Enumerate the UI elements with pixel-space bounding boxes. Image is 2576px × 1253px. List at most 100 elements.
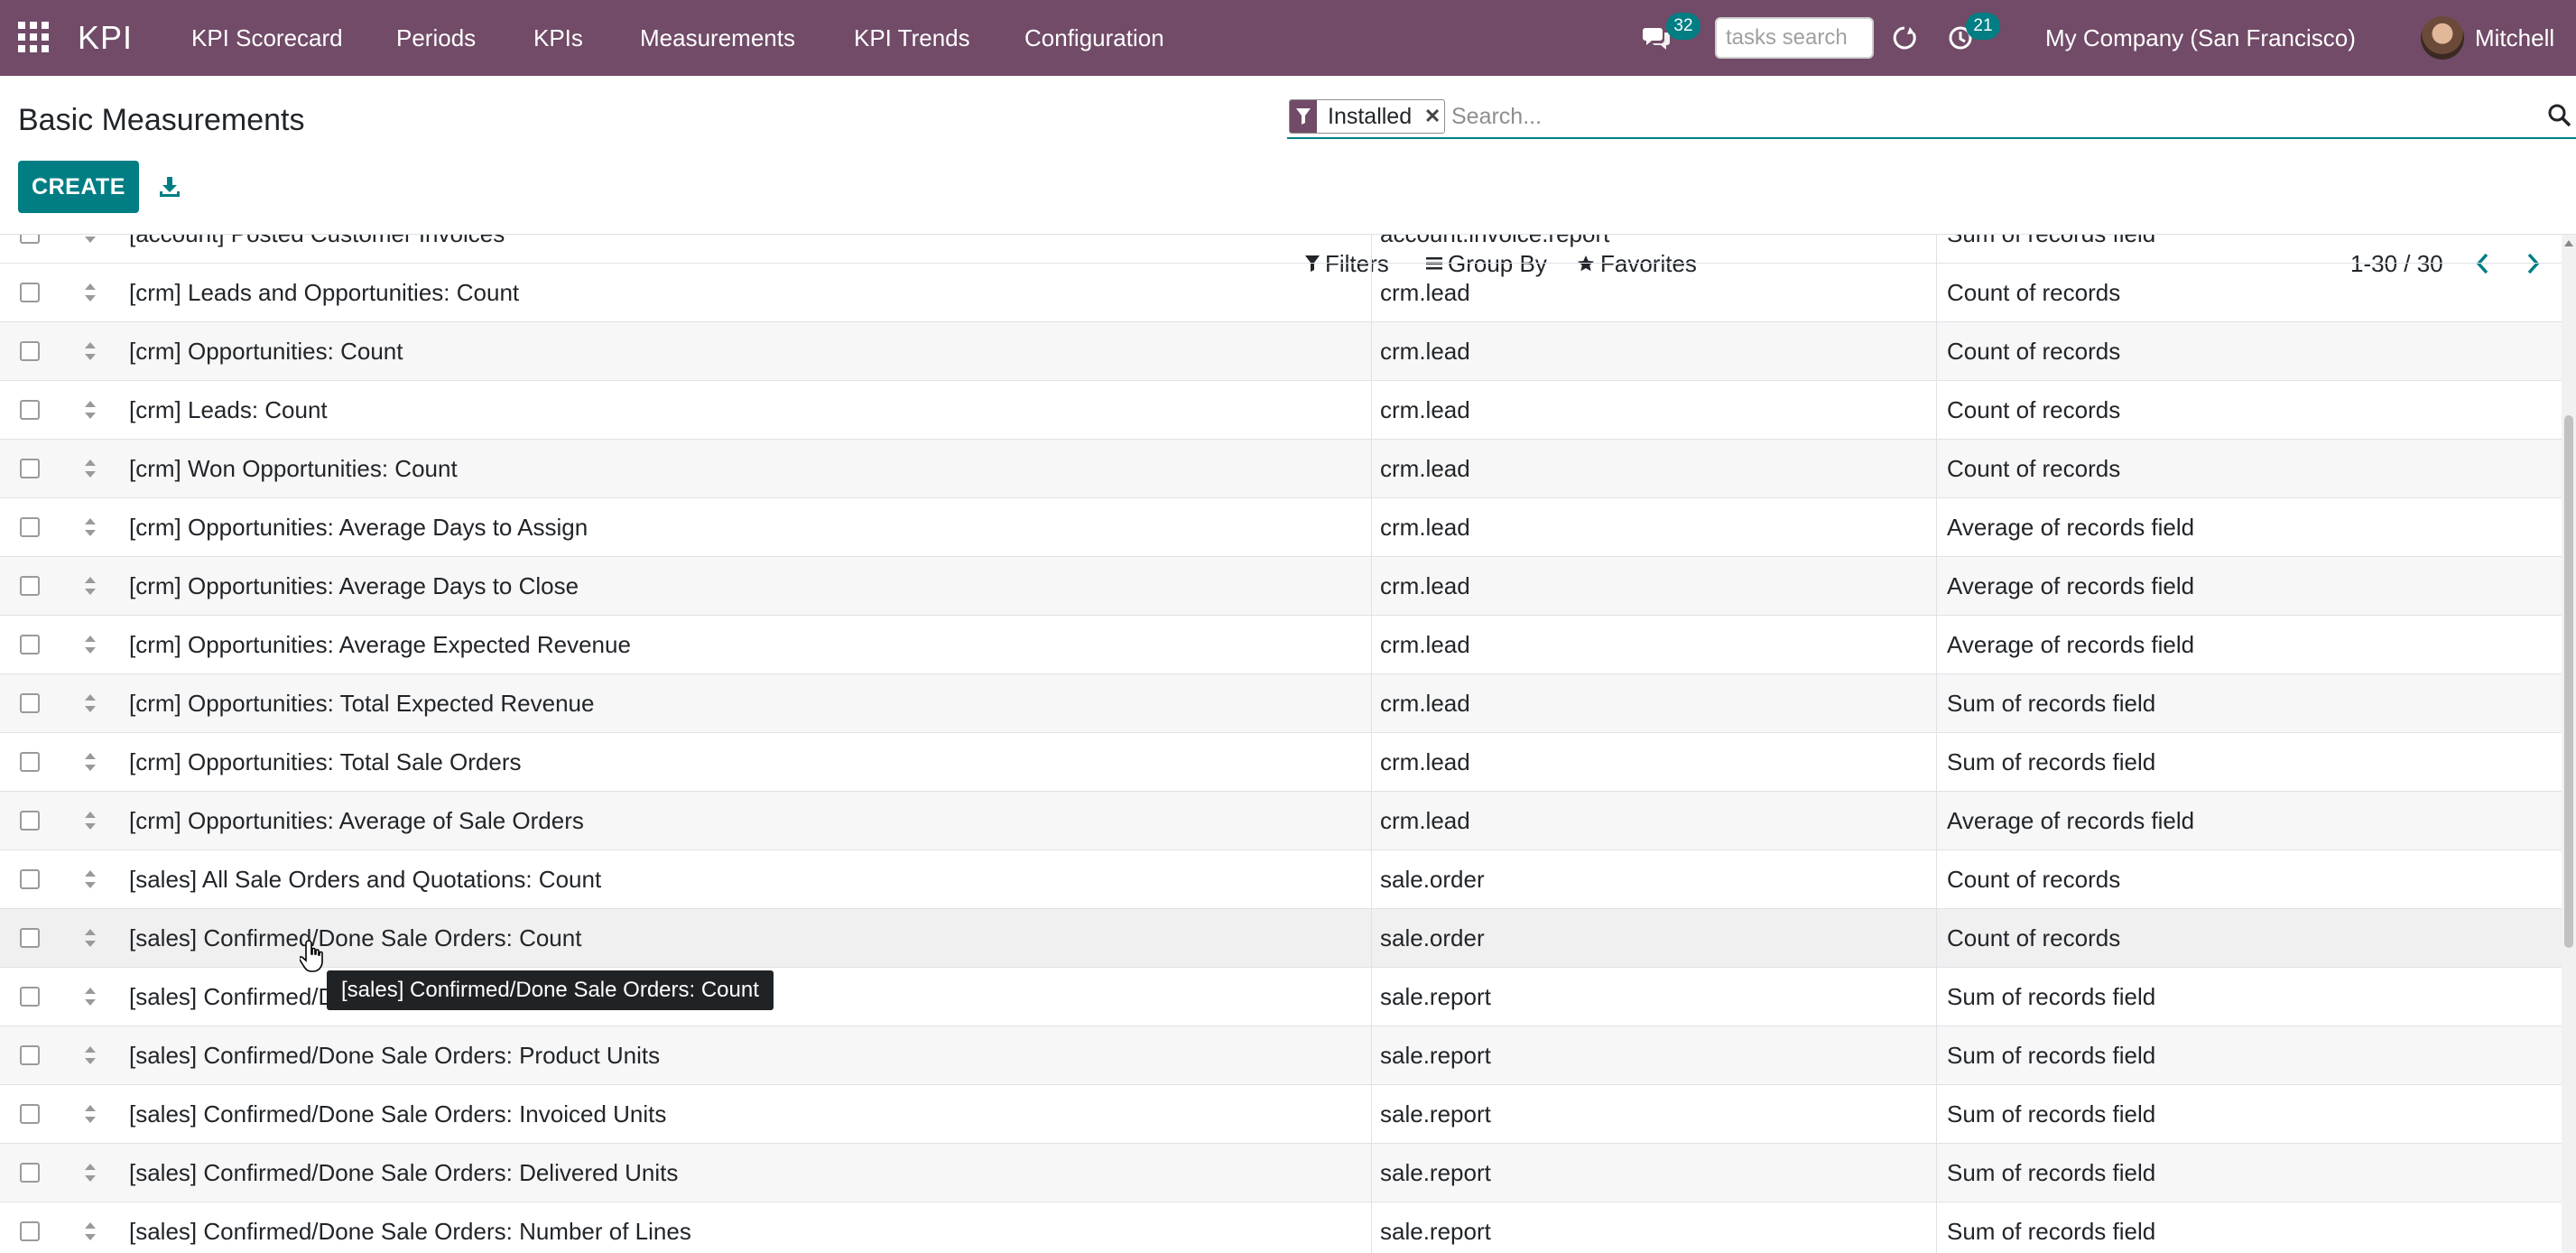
table-row[interactable]: [crm] Won Opportunities: Count crm.lead … — [0, 440, 2562, 498]
top-navbar: KPI KPI Scorecard Periods KPIs Measureme… — [0, 0, 2576, 76]
column-separator — [1936, 850, 1937, 908]
cell-model: crm.lead — [1380, 690, 1470, 717]
table-row[interactable]: [sales] Confirmed/Done Sale Orders: Invo… — [0, 1085, 2562, 1144]
company-switcher[interactable]: My Company (San Francisco) — [2045, 0, 2356, 76]
facet-remove-icon[interactable]: ✕ — [1421, 100, 1444, 133]
menu-measurements[interactable]: Measurements — [640, 0, 795, 76]
cell-model: crm.lead — [1380, 455, 1470, 482]
row-checkbox[interactable] — [20, 869, 40, 889]
apps-menu-icon[interactable] — [18, 22, 49, 52]
cell-model: crm.lead — [1380, 279, 1470, 306]
row-checkbox[interactable] — [20, 635, 40, 654]
row-checkbox[interactable] — [20, 811, 40, 831]
search-icon[interactable] — [2547, 103, 2574, 130]
table-row[interactable]: [sales] Confirmed/Done Sale Orders: Deli… — [0, 1144, 2562, 1202]
control-panel: Basic Measurements CREATE Installed ✕ Fi… — [0, 76, 2576, 277]
row-checkbox[interactable] — [20, 283, 40, 302]
refresh-icon[interactable] — [1886, 20, 1923, 56]
row-checkbox[interactable] — [20, 235, 40, 244]
cell-model: crm.lead — [1380, 572, 1470, 599]
drag-handle-icon[interactable] — [81, 1101, 99, 1127]
row-checkbox[interactable] — [20, 693, 40, 713]
row-checkbox[interactable] — [20, 1163, 40, 1183]
menu-kpi-scorecard[interactable]: KPI Scorecard — [191, 0, 343, 76]
row-checkbox[interactable] — [20, 517, 40, 537]
drag-handle-icon[interactable] — [81, 749, 99, 775]
menu-kpi-trends[interactable]: KPI Trends — [854, 0, 970, 76]
drag-handle-icon[interactable] — [81, 984, 99, 1009]
drag-handle-icon[interactable] — [81, 808, 99, 833]
menu-configuration[interactable]: Configuration — [1024, 0, 1164, 76]
row-checkbox[interactable] — [20, 1045, 40, 1065]
table-row[interactable]: [crm] Opportunities: Count crm.lead Coun… — [0, 322, 2562, 381]
cell-model: sale.report — [1380, 1159, 1491, 1186]
drag-handle-icon[interactable] — [81, 925, 99, 951]
table-row[interactable]: [crm] Opportunities: Average Days to Clo… — [0, 557, 2562, 616]
table-row[interactable]: [sales] All Sale Orders and Quotations: … — [0, 850, 2562, 909]
drag-handle-icon[interactable] — [81, 1160, 99, 1185]
drag-handle-icon[interactable] — [81, 397, 99, 422]
filter-facet-icon — [1290, 100, 1317, 133]
row-checkbox[interactable] — [20, 1104, 40, 1124]
row-checkbox[interactable] — [20, 987, 40, 1007]
tasks-search-input[interactable] — [1715, 17, 1874, 59]
column-separator — [1371, 1202, 1372, 1253]
column-separator — [1371, 557, 1372, 615]
scrollbar-thumb[interactable] — [2564, 415, 2573, 948]
scroll-up-arrow-icon[interactable] — [2564, 240, 2573, 246]
row-checkbox[interactable] — [20, 576, 40, 596]
drag-handle-icon[interactable] — [81, 235, 99, 246]
column-separator — [1371, 1085, 1372, 1143]
column-separator — [1371, 498, 1372, 556]
search-input[interactable] — [1450, 97, 2515, 135]
row-checkbox[interactable] — [20, 400, 40, 420]
cell-model: crm.lead — [1380, 514, 1470, 541]
table-row[interactable]: [crm] Leads: Count crm.lead Count of rec… — [0, 381, 2562, 440]
drag-handle-icon[interactable] — [81, 280, 99, 305]
table-row[interactable]: [sales] Confirmed/Done Sale Orders: Coun… — [0, 909, 2562, 968]
drag-handle-icon[interactable] — [81, 456, 99, 481]
drag-handle-icon[interactable] — [81, 1219, 99, 1244]
row-checkbox[interactable] — [20, 928, 40, 948]
drag-handle-icon[interactable] — [81, 339, 99, 364]
user-menu-name[interactable]: Mitchell — [2475, 0, 2554, 76]
column-separator — [1371, 616, 1372, 673]
table-row[interactable]: [crm] Leads and Opportunities: Count crm… — [0, 264, 2562, 322]
row-checkbox[interactable] — [20, 752, 40, 772]
app-brand[interactable]: KPI — [78, 13, 133, 63]
menu-kpis[interactable]: KPIs — [533, 0, 583, 76]
drag-handle-icon[interactable] — [81, 632, 99, 657]
cell-name: [sales] Confirmed/Done Sale Orders: Invo… — [129, 1100, 667, 1128]
row-checkbox[interactable] — [20, 1221, 40, 1241]
user-avatar[interactable] — [2421, 16, 2464, 60]
list-scrollbar[interactable] — [2562, 235, 2576, 1253]
download-icon[interactable] — [152, 164, 188, 209]
table-row[interactable]: [crm] Opportunities: Average of Sale Ord… — [0, 792, 2562, 850]
menu-periods[interactable]: Periods — [396, 0, 476, 76]
drag-handle-icon[interactable] — [81, 515, 99, 540]
table-row[interactable]: [crm] Opportunities: Average Expected Re… — [0, 616, 2562, 674]
table-row[interactable]: [crm] Opportunities: Total Expected Reve… — [0, 674, 2562, 733]
row-checkbox[interactable] — [20, 341, 40, 361]
cell-type: Count of records — [1947, 396, 2121, 423]
drag-handle-icon[interactable] — [81, 1043, 99, 1068]
table-row[interactable]: [sales] Confirmed/Done Sale Orders: Numb… — [0, 1202, 2562, 1253]
cell-type: Count of records — [1947, 279, 2121, 306]
column-separator — [1371, 968, 1372, 1026]
row-checkbox[interactable] — [20, 459, 40, 478]
drag-handle-icon[interactable] — [81, 691, 99, 716]
column-separator — [1936, 498, 1937, 556]
create-button[interactable]: CREATE — [18, 161, 139, 213]
column-separator — [1936, 557, 1937, 615]
cell-name: [sales] Confirmed/Done Sale Orders: Numb… — [129, 1218, 691, 1245]
cell-name: [crm] Opportunities: Average Expected Re… — [129, 631, 631, 658]
cell-model: sale.report — [1380, 983, 1491, 1010]
drag-handle-icon[interactable] — [81, 573, 99, 599]
table-row[interactable]: [sales] Confirmed/Done Sale Orders: Prod… — [0, 1026, 2562, 1085]
column-separator — [1371, 235, 1372, 263]
column-separator — [1936, 322, 1937, 380]
table-row[interactable]: [account] Posted Customer Invoices accou… — [0, 235, 2562, 264]
table-row[interactable]: [crm] Opportunities: Average Days to Ass… — [0, 498, 2562, 557]
drag-handle-icon[interactable] — [81, 867, 99, 892]
table-row[interactable]: [crm] Opportunities: Total Sale Orders c… — [0, 733, 2562, 792]
